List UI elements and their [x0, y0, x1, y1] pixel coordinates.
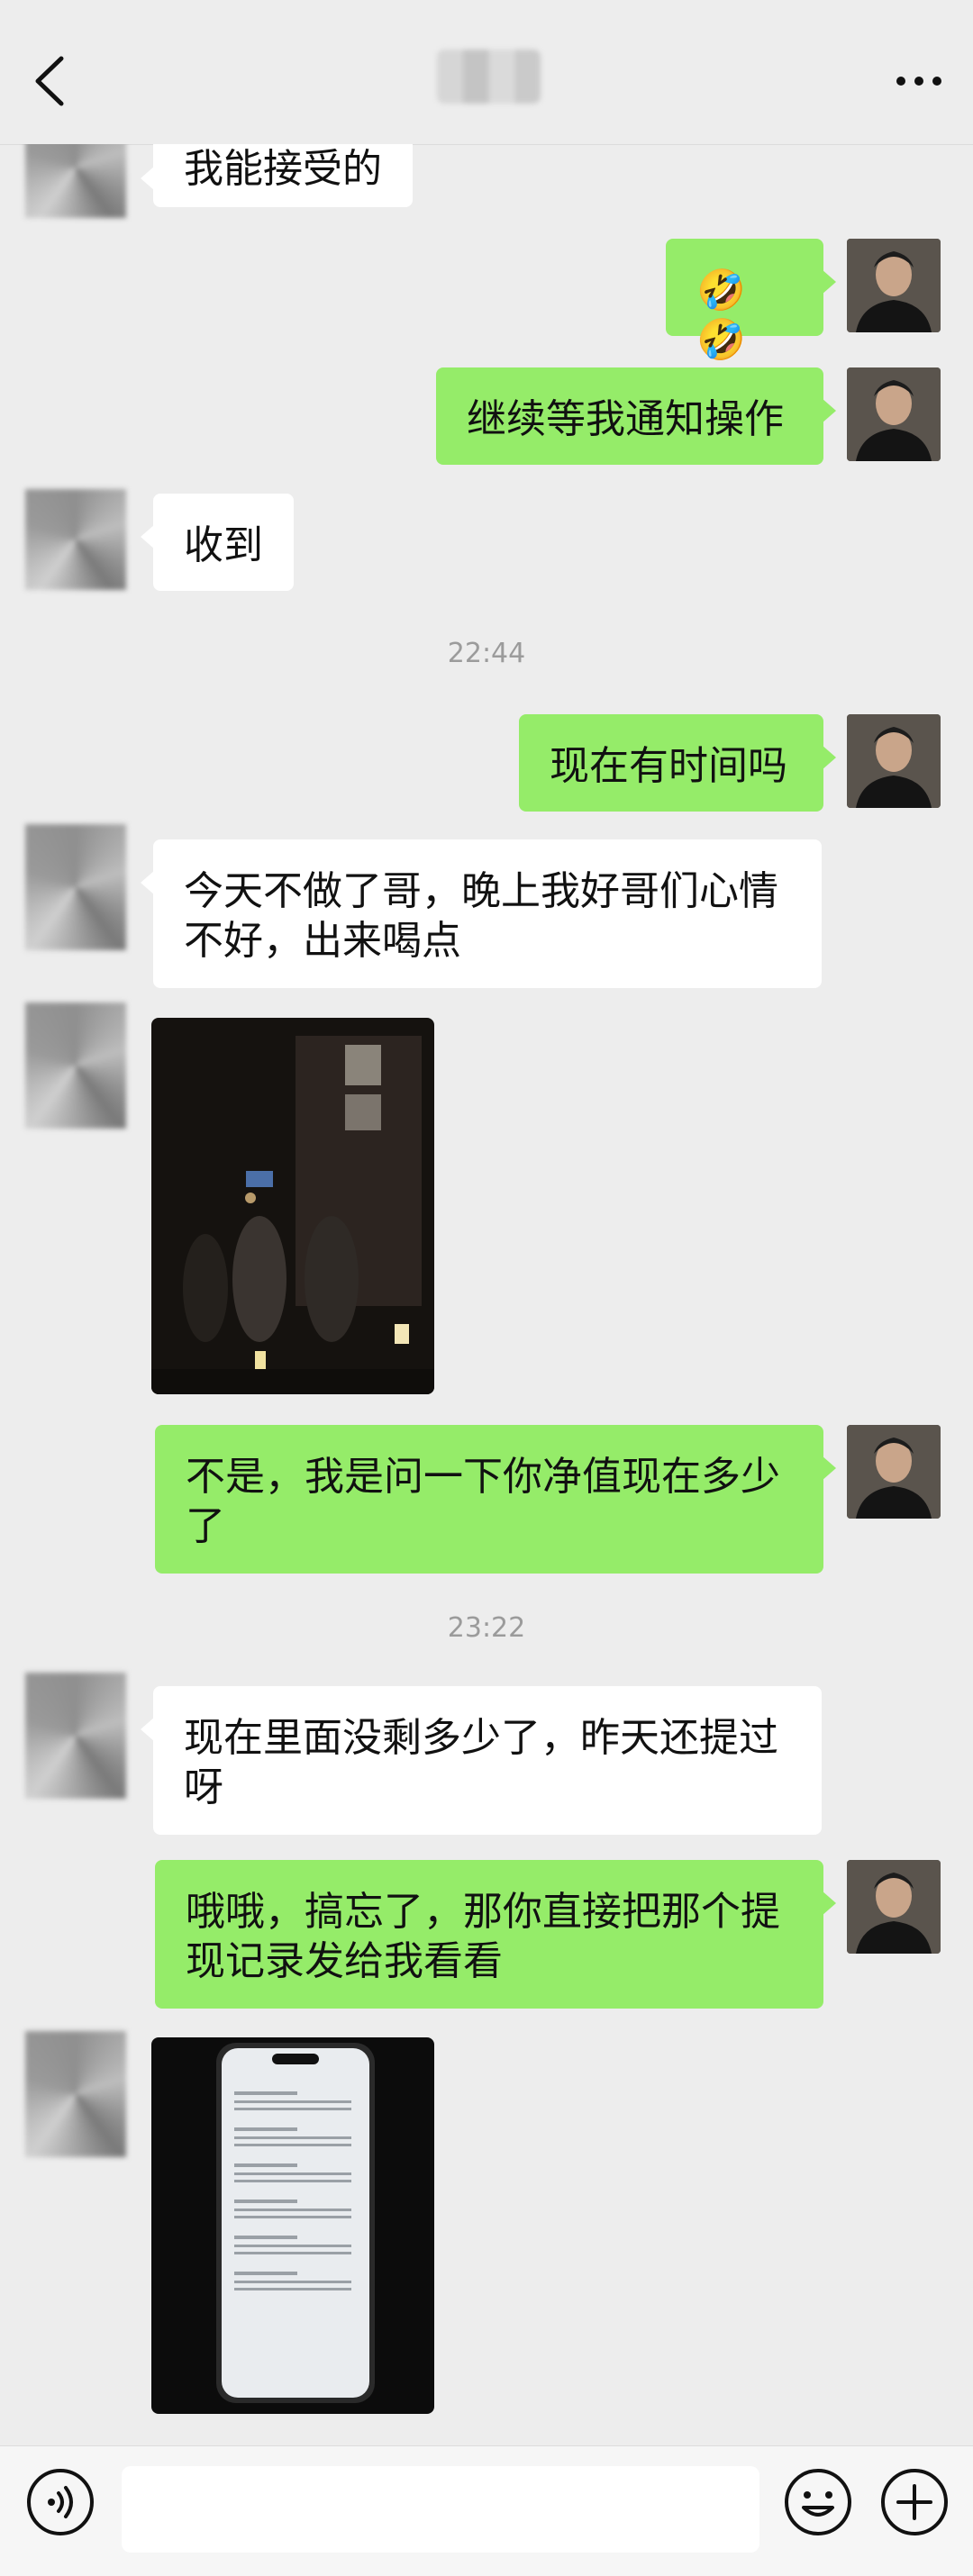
message-bubble-outgoing[interactable]: 🤣🤣 [666, 239, 836, 363]
person-photo-icon [847, 367, 941, 461]
contact-avatar[interactable] [25, 144, 126, 218]
image-message-phone-screenshot[interactable] [151, 2037, 434, 2414]
my-avatar[interactable] [847, 1860, 941, 1954]
my-avatar[interactable] [847, 239, 941, 332]
input-bar [0, 2445, 973, 2576]
message-bubble-outgoing[interactable]: 继续等我通知操作 [436, 367, 836, 465]
message-bubble-outgoing[interactable]: 哦哦，搞忘了，那你直接把那个提现记录发给我看看 [155, 1860, 836, 2009]
person-photo-icon [847, 239, 941, 332]
message-bubble-incoming[interactable]: 收到 [141, 494, 294, 591]
chat-header [0, 0, 973, 145]
message-bubble-incoming[interactable]: 我能接受的 [141, 144, 413, 207]
ellipsis-icon[interactable] [892, 63, 946, 99]
timestamp: 22:44 [447, 638, 526, 669]
concert-photo-icon [151, 1018, 434, 1394]
message-bubble-outgoing[interactable]: 现在有时间吗 [519, 714, 836, 812]
person-photo-icon [847, 1425, 941, 1519]
person-photo-icon [847, 714, 941, 808]
contact-avatar[interactable] [25, 2031, 126, 2157]
plus-icon[interactable] [878, 2466, 950, 2538]
contact-avatar[interactable] [25, 824, 126, 950]
contact-name-blurred [437, 50, 541, 104]
chevron-left-icon[interactable] [27, 50, 72, 113]
message-input[interactable] [122, 2466, 759, 2553]
my-avatar[interactable] [847, 367, 941, 461]
contact-avatar[interactable] [25, 1673, 126, 1799]
message-bubble-incoming[interactable]: 现在里面没剩多少了，昨天还提过呀 [141, 1686, 822, 1835]
chat-message-list[interactable]: 我能接受的 🤣🤣 继续等我通知操作 收到 22:44 现在有时间吗 今天不做了哥… [0, 144, 973, 2445]
person-photo-icon [847, 1860, 941, 1954]
image-message-concert-photo[interactable] [151, 1018, 434, 1394]
message-bubble-outgoing[interactable]: 不是，我是问一下你净值现在多少了 [155, 1425, 836, 1574]
my-avatar[interactable] [847, 1425, 941, 1519]
my-avatar[interactable] [847, 714, 941, 808]
message-bubble-incoming[interactable]: 今天不做了哥，晚上我好哥们心情不好，出来喝点 [141, 839, 822, 988]
phone-photo-icon [151, 2037, 434, 2414]
contact-avatar[interactable] [25, 489, 126, 590]
voice-icon[interactable] [24, 2466, 96, 2538]
contact-avatar[interactable] [25, 1002, 126, 1129]
emoji-icon[interactable] [782, 2466, 854, 2538]
timestamp: 23:22 [447, 1612, 526, 1644]
